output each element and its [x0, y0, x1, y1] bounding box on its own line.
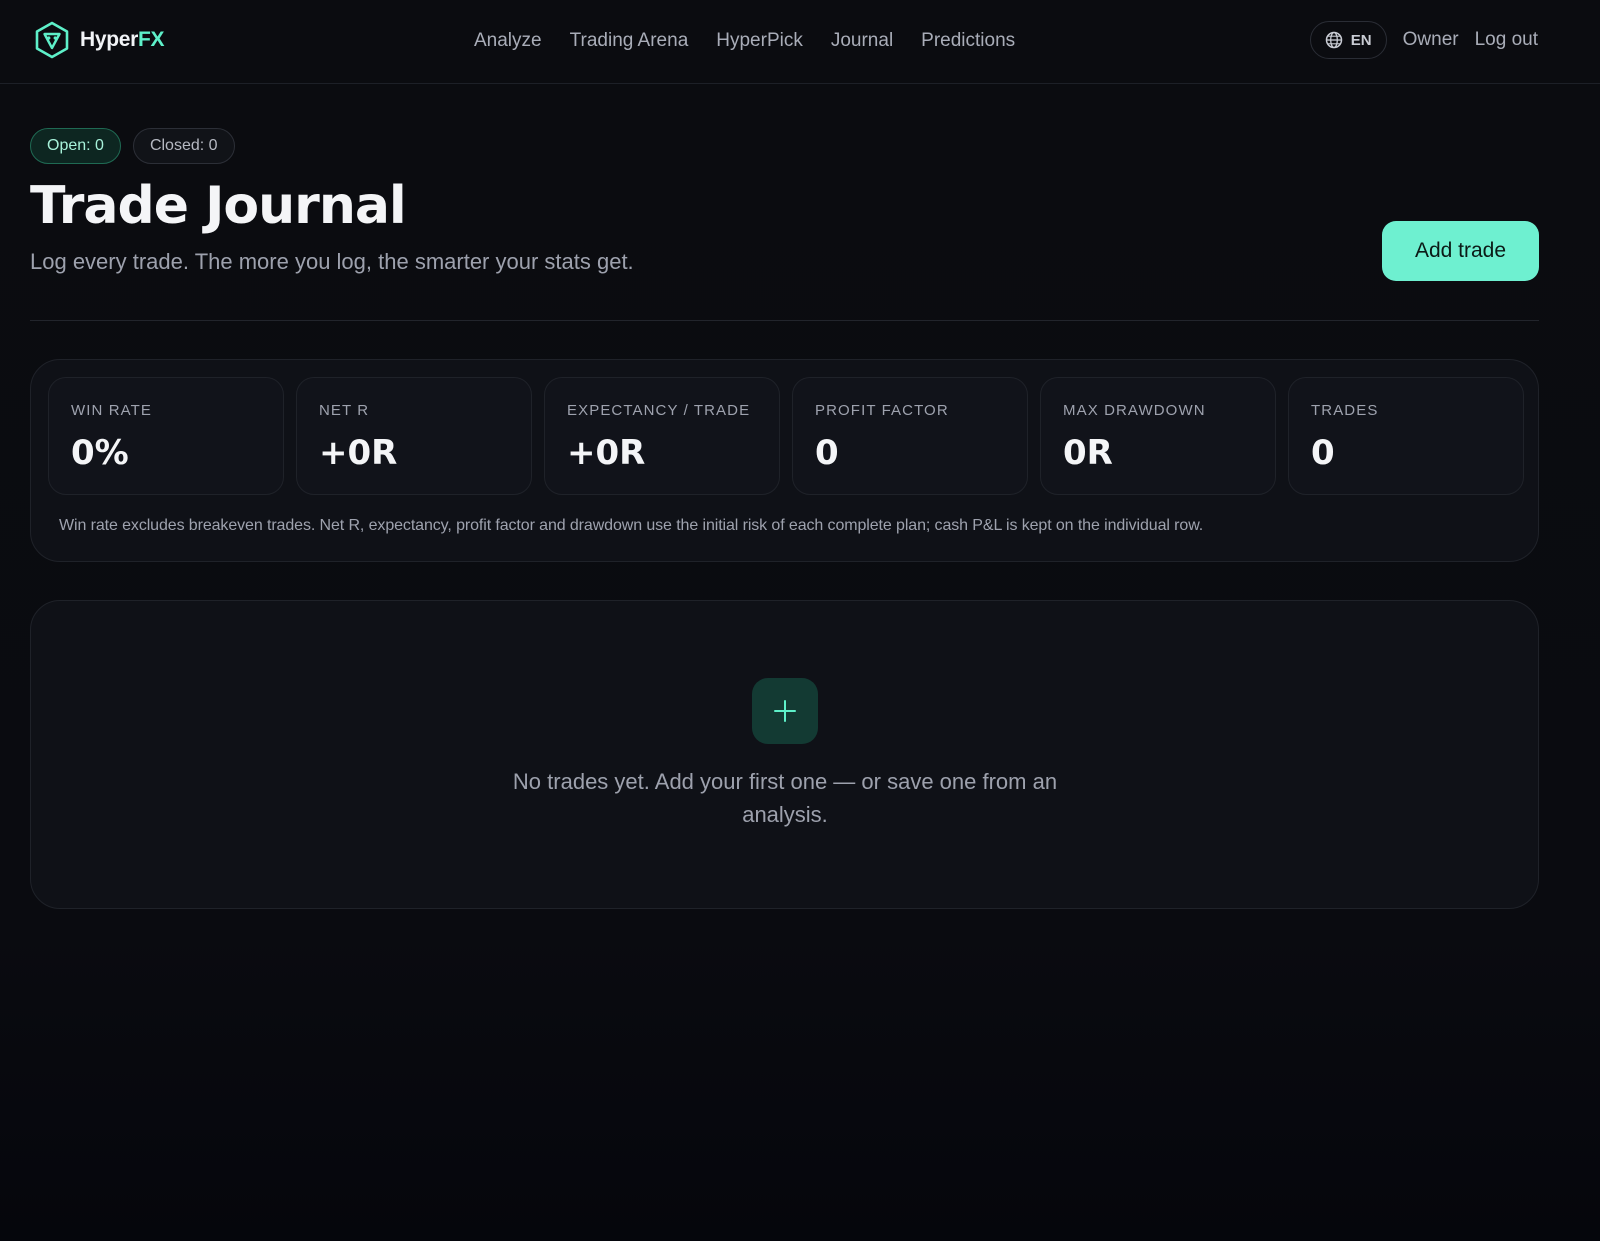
brand-name: HyperFX	[80, 28, 165, 51]
stat-label: PROFIT FACTOR	[815, 402, 949, 419]
stat-card-expectancy: EXPECTANCY / TRADE +0R	[544, 377, 780, 495]
stat-card-trades: TRADES 0	[1288, 377, 1524, 495]
open-trades-badge[interactable]: Open: 0	[30, 128, 121, 164]
trade-status-badges: Open: 0 Closed: 0	[30, 128, 235, 164]
logout-link[interactable]: Log out	[1475, 29, 1538, 51]
stat-card-win-rate: WIN RATE 0%	[48, 377, 284, 495]
main-nav: Analyze Trading Arena HyperPick Journal …	[474, 27, 1015, 55]
stat-label: WIN RATE	[71, 402, 153, 419]
stat-card-profit-factor: PROFIT FACTOR 0	[792, 377, 1028, 495]
stat-cards-row: WIN RATE 0% NET R +0R EXPECTANCY / TRADE…	[48, 377, 1524, 495]
stats-panel: WIN RATE 0% NET R +0R EXPECTANCY / TRADE…	[30, 359, 1539, 562]
nav-right-group: EN Owner Log out	[1309, 21, 1538, 59]
empty-state-message: No trades yet. Add your first one — or s…	[512, 769, 1058, 827]
user-menu-link[interactable]: Owner	[1403, 29, 1459, 51]
nav-item-trading-arena[interactable]: Trading Arena	[570, 30, 689, 52]
nav-item-predictions[interactable]: Predictions	[921, 30, 1015, 52]
stats-footnote: Win rate excludes breakeven trades. Net …	[59, 517, 1204, 534]
page-subtitle: Log every trade. The more you log, the s…	[30, 249, 634, 274]
hyperfx-logo-icon	[35, 21, 69, 59]
language-selector-button[interactable]: EN	[1309, 21, 1387, 59]
language-code: EN	[1350, 31, 1372, 49]
stat-value: 0R	[1063, 433, 1113, 473]
stat-label: MAX DRAWDOWN	[1063, 402, 1206, 419]
stat-value: 0	[1311, 433, 1335, 473]
stat-card-max-drawdown: MAX DRAWDOWN 0R	[1040, 377, 1276, 495]
stat-value: 0%	[71, 433, 129, 473]
stat-value: 0	[815, 433, 839, 473]
add-trade-button[interactable]: Add trade	[1382, 221, 1539, 281]
stat-value: +0R	[319, 433, 398, 473]
stat-label: EXPECTANCY / TRADE	[567, 402, 751, 419]
top-navigation-bar: HyperFX Analyze Trading Arena HyperPick …	[0, 0, 1600, 84]
stat-value: +0R	[567, 433, 646, 473]
header-divider	[30, 320, 1539, 321]
stat-card-net-r: NET R +0R	[296, 377, 532, 495]
globe-icon	[1325, 31, 1343, 49]
brand-logo[interactable]: HyperFX	[34, 21, 165, 59]
trades-empty-state: No trades yet. Add your first one — or s…	[30, 600, 1539, 909]
stat-label: TRADES	[1311, 402, 1379, 419]
nav-item-journal[interactable]: Journal	[831, 30, 893, 52]
plus-icon	[774, 700, 796, 722]
add-first-trade-button[interactable]	[752, 678, 818, 744]
stat-label: NET R	[319, 402, 370, 419]
closed-trades-badge[interactable]: Closed: 0	[132, 128, 235, 164]
nav-item-analyze[interactable]: Analyze	[474, 30, 542, 52]
page-title: Trade Journal	[30, 176, 407, 236]
nav-item-hyperpick[interactable]: HyperPick	[716, 30, 803, 52]
